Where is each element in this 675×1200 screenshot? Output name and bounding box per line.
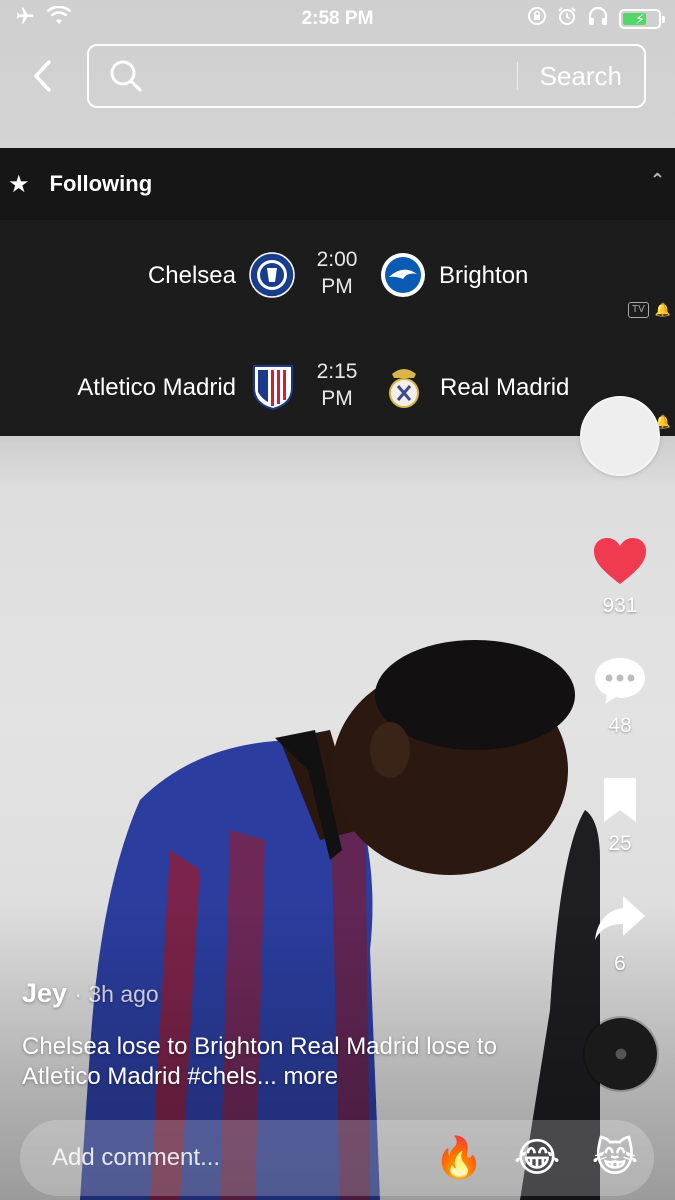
atletico-madrid-crest bbox=[253, 365, 293, 410]
search-input[interactable] bbox=[145, 46, 517, 106]
author-name[interactable]: Jey bbox=[22, 978, 67, 1008]
chevron-left-icon bbox=[34, 60, 51, 92]
comment-bubble-icon bbox=[595, 658, 645, 704]
status-bar: 2:58 PM ⚡ bbox=[0, 0, 675, 38]
star-icon: ★ bbox=[8, 170, 30, 198]
chevron-up-icon[interactable]: ⌃ bbox=[650, 170, 665, 191]
laughing-emoji-button[interactable]: 😂 bbox=[498, 1120, 576, 1196]
match-row-icons: TV 🔔 bbox=[628, 302, 671, 318]
away-team-name: Brighton bbox=[439, 262, 529, 289]
scores-panel: ★ Following ⌃ Chelsea 2:00 PM Brighton T… bbox=[0, 148, 675, 436]
wifi-icon bbox=[46, 5, 72, 32]
search-box[interactable]: Search bbox=[87, 44, 646, 108]
share-count: 6 bbox=[614, 952, 626, 975]
fire-emoji-button[interactable]: 🔥 bbox=[420, 1120, 498, 1196]
comment-input[interactable] bbox=[20, 1120, 420, 1196]
share-arrow-icon bbox=[595, 896, 645, 940]
battery-charging-icon: ⚡ bbox=[619, 9, 665, 29]
match-row[interactable]: Chelsea 2:00 PM Brighton TV 🔔 bbox=[0, 220, 675, 332]
kickoff-time: 2:00 PM bbox=[316, 248, 358, 298]
headphones-icon bbox=[587, 6, 609, 32]
tv-icon[interactable]: TV bbox=[628, 302, 649, 318]
bookmark-icon bbox=[604, 778, 636, 822]
share-button[interactable]: 6 bbox=[585, 894, 655, 976]
cat-laughing-emoji-button[interactable]: 😹 bbox=[576, 1120, 654, 1196]
alarm-icon bbox=[557, 6, 577, 32]
post-time: · 3h ago bbox=[74, 981, 159, 1007]
comment-bar: 🔥 😂 😹 bbox=[20, 1120, 654, 1196]
back-button[interactable] bbox=[22, 56, 62, 96]
caption-text: Chelsea lose to Brighton Real Madrid los… bbox=[22, 1033, 497, 1090]
search-icon bbox=[109, 58, 145, 94]
more-link[interactable]: more bbox=[283, 1063, 338, 1090]
bell-icon[interactable]: 🔔 bbox=[655, 302, 671, 318]
match-row[interactable]: Atletico Madrid 2:15 PM Real Madrid 🔔 bbox=[0, 332, 675, 444]
post-caption[interactable]: Chelsea lose to Brighton Real Madrid los… bbox=[22, 1032, 542, 1092]
bookmark-count: 25 bbox=[608, 832, 632, 855]
home-team-name: Atletico Madrid bbox=[77, 374, 236, 401]
bookmark-button[interactable]: 25 bbox=[585, 776, 655, 856]
comment-count: 48 bbox=[608, 714, 632, 737]
rotation-lock-icon bbox=[527, 6, 547, 32]
author-line: Jey · 3h ago bbox=[22, 978, 159, 1009]
like-count: 931 bbox=[602, 594, 638, 617]
like-button[interactable]: 931 bbox=[585, 536, 655, 618]
airplane-mode-icon bbox=[14, 6, 36, 32]
top-nav: Search bbox=[0, 44, 675, 108]
home-team-name: Chelsea bbox=[147, 262, 236, 289]
following-label: Following bbox=[49, 171, 153, 196]
brighton-crest bbox=[381, 253, 425, 297]
music-disc-icon[interactable] bbox=[585, 1018, 657, 1090]
real-madrid-crest bbox=[389, 369, 419, 408]
comment-button[interactable]: 48 bbox=[585, 656, 655, 738]
search-button[interactable]: Search bbox=[518, 61, 644, 92]
following-header[interactable]: ★ Following ⌃ bbox=[0, 148, 675, 220]
heart-icon bbox=[594, 538, 646, 584]
kickoff-time: 2:15 PM bbox=[316, 360, 358, 410]
away-team-name: Real Madrid bbox=[440, 374, 570, 401]
chelsea-crest bbox=[249, 252, 295, 298]
creator-avatar[interactable] bbox=[580, 396, 660, 476]
